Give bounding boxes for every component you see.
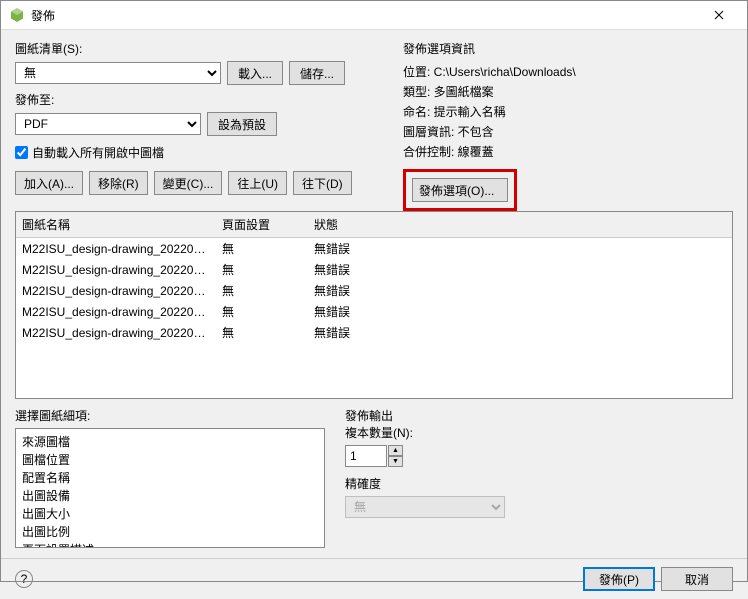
detail-item: 出圖大小: [22, 505, 318, 522]
table-cell: 無: [216, 238, 308, 260]
sheet-list-label: 圖紙清單(S):: [15, 40, 383, 57]
info-line: 合併控制: 線覆蓋: [403, 143, 733, 160]
close-icon: [714, 10, 724, 20]
table-cell: M22ISU_design-drawing_20220105-...: [16, 238, 216, 260]
help-button[interactable]: ?: [15, 570, 33, 588]
change-button[interactable]: 變更(C)...: [154, 171, 223, 195]
close-button[interactable]: [699, 1, 739, 29]
move-up-button[interactable]: 往上(U): [228, 171, 287, 195]
table-row[interactable]: M22ISU_design-drawing_20220105-E...無無錯誤: [16, 259, 732, 280]
copies-input[interactable]: [345, 445, 387, 467]
sheet-list-select[interactable]: 無: [15, 62, 221, 84]
detail-item: 圖檔位置: [22, 451, 318, 468]
info-line: 類型: 多圖紙檔案: [403, 83, 733, 100]
table-cell: 無: [216, 301, 308, 322]
publish-options-button[interactable]: 發佈選項(O)...: [412, 178, 508, 202]
copies-down-button[interactable]: ▼: [388, 456, 403, 467]
publish-to-label: 發佈至:: [15, 91, 383, 108]
table-cell: 無錯誤: [308, 322, 732, 343]
copies-label: 複本數量(N):: [345, 424, 733, 441]
table-cell: 無: [216, 322, 308, 343]
auto-load-checkbox[interactable]: [15, 146, 28, 159]
table-row[interactable]: M22ISU_design-drawing_20220105-E...無無錯誤: [16, 322, 732, 343]
publish-button[interactable]: 發佈(P): [583, 567, 655, 591]
output-title: 發佈輸出: [345, 407, 733, 424]
load-button[interactable]: 載入...: [227, 61, 283, 85]
table-cell: M22ISU_design-drawing_20220105-E...: [16, 259, 216, 280]
precision-label: 精確度: [345, 475, 733, 492]
options-highlight: 發佈選項(O)...: [403, 169, 517, 211]
titlebar: 發佈: [1, 1, 747, 30]
table-cell: M22ISU_design-drawing_20220105-E...: [16, 301, 216, 322]
precision-select: 無: [345, 496, 505, 518]
auto-load-label: 自動載入所有開啟中圖檔: [32, 144, 164, 161]
table-row[interactable]: M22ISU_design-drawing_20220105-...無無錯誤: [16, 238, 732, 260]
detail-item: 來源圖檔: [22, 433, 318, 450]
copies-up-button[interactable]: ▲: [388, 445, 403, 456]
table-cell: 無: [216, 280, 308, 301]
table-cell: 無: [216, 259, 308, 280]
column-header[interactable]: 頁面設置: [216, 212, 308, 238]
table-cell: M22ISU_design-drawing_20220105-E...: [16, 322, 216, 343]
detail-item: 出圖設備: [22, 487, 318, 504]
table-row[interactable]: M22ISU_design-drawing_20220105-E...無無錯誤: [16, 280, 732, 301]
help-icon: ?: [21, 572, 28, 586]
info-line: 命名: 提示輸入名稱: [403, 103, 733, 120]
app-logo-icon: [9, 7, 25, 23]
detail-item: 出圖比例: [22, 523, 318, 540]
table-cell: M22ISU_design-drawing_20220105-E...: [16, 280, 216, 301]
remove-button[interactable]: 移除(R): [89, 171, 148, 195]
set-preset-button[interactable]: 設為預設: [207, 112, 277, 136]
detail-item: 配置名稱: [22, 469, 318, 486]
publish-info-title: 發佈選項資訊: [403, 40, 733, 57]
details-label: 選擇圖紙細項:: [15, 407, 325, 424]
table-cell: 無錯誤: [308, 238, 732, 260]
table-cell: 無錯誤: [308, 301, 732, 322]
publish-to-select[interactable]: PDF: [15, 113, 201, 135]
add-button[interactable]: 加入(A)...: [15, 171, 83, 195]
info-line: 位置: C:\Users\richa\Downloads\: [403, 63, 733, 80]
save-button[interactable]: 儲存...: [289, 61, 345, 85]
table-row[interactable]: M22ISU_design-drawing_20220105-E...無無錯誤: [16, 301, 732, 322]
column-header[interactable]: 圖紙名稱: [16, 212, 216, 238]
table-cell: 無錯誤: [308, 259, 732, 280]
info-line: 圖層資訊: 不包含: [403, 123, 733, 140]
move-down-button[interactable]: 往下(D): [293, 171, 352, 195]
cancel-button[interactable]: 取消: [661, 567, 733, 591]
sheet-table[interactable]: 圖紙名稱頁面設置狀態 M22ISU_design-drawing_2022010…: [15, 211, 733, 399]
window-title: 發佈: [31, 7, 699, 24]
detail-item: 頁面設置描述: [22, 541, 318, 548]
details-list[interactable]: 來源圖檔圖檔位置配置名稱出圖設備出圖大小出圖比例頁面設置描述: [15, 428, 325, 548]
column-header[interactable]: 狀態: [308, 212, 732, 238]
table-cell: 無錯誤: [308, 280, 732, 301]
